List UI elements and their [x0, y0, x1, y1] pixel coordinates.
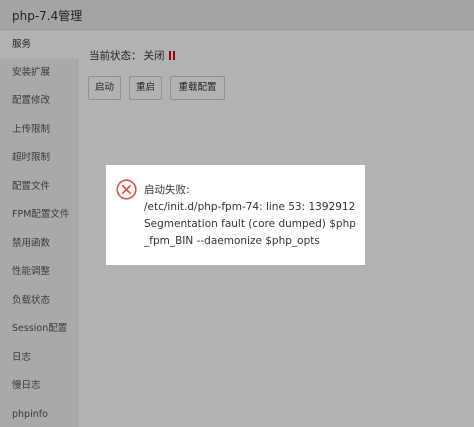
error-message: /etc/init.d/php-fpm-74: line 53: 1392912…	[144, 201, 356, 247]
error-title: 启动失败:	[144, 184, 190, 196]
error-message-block: 启动失败: /etc/init.d/php-fpm-74: line 53: 1…	[144, 182, 358, 250]
error-circle-x-icon	[116, 179, 137, 200]
error-dialog: 启动失败: /etc/init.d/php-fpm-74: line 53: 1…	[106, 165, 365, 265]
